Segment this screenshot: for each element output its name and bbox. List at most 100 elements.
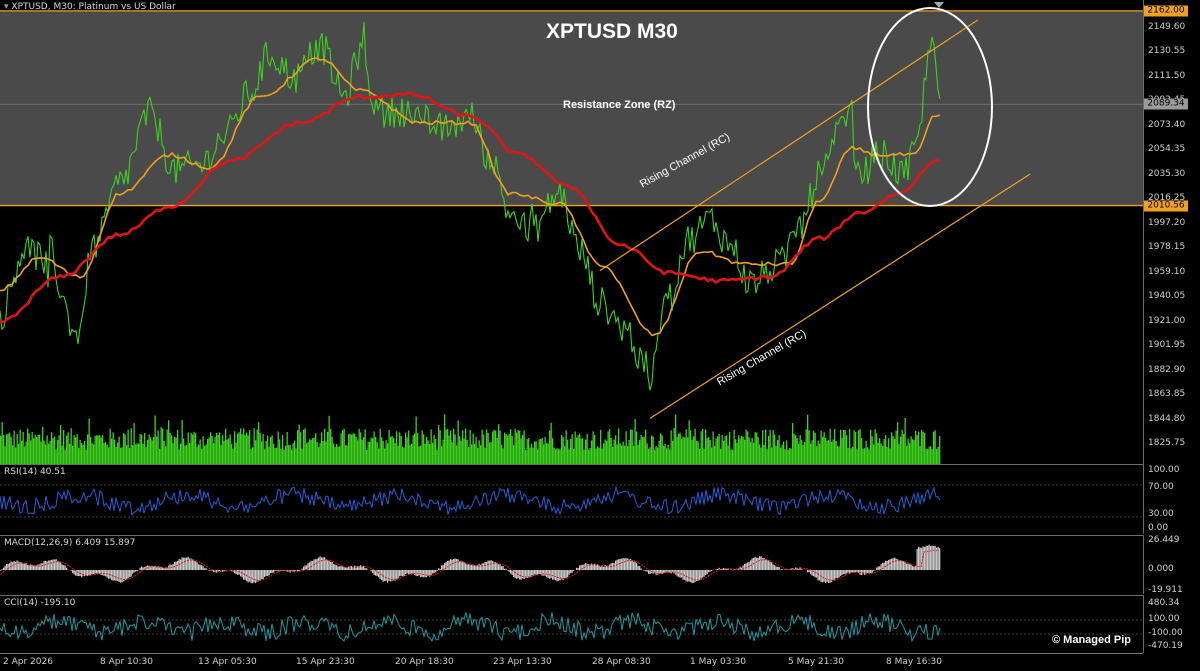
price-tick: 1863.85 [1148, 389, 1185, 399]
macd-bar [401, 570, 402, 576]
macd-bar [864, 570, 865, 575]
volume-bar [234, 431, 235, 464]
volume-bar [12, 445, 13, 464]
volume-bar [272, 435, 273, 464]
volume-bar [908, 439, 909, 464]
volume-bar [597, 446, 598, 464]
volume-bar [281, 449, 282, 464]
macd-bar [156, 567, 157, 570]
macd-bar [441, 565, 442, 570]
volume-bar [282, 435, 283, 464]
volume-bar [69, 444, 70, 464]
macd-bar [71, 570, 72, 571]
volume-bar [800, 435, 801, 464]
volume-bar [312, 438, 313, 464]
volume-bar [456, 446, 457, 464]
price-pane[interactable]: ▾ XPTUSD, M30: Platinum vs US Dollar XPT… [0, 0, 1143, 464]
macd-bar [15, 562, 16, 570]
macd-bar [464, 562, 465, 570]
volume-bar [654, 450, 655, 464]
volume-bar [882, 446, 883, 464]
cci-axis-tick: 100.00 [1148, 614, 1180, 624]
macd-bar [303, 567, 304, 570]
volume-bar [462, 430, 463, 464]
volume-bar [314, 438, 315, 464]
macd-bar [50, 560, 51, 570]
volume-bar [60, 425, 61, 464]
volume-bar [422, 430, 423, 464]
volume-bar [405, 433, 406, 464]
volume-bar [149, 435, 150, 464]
volume-bar [675, 415, 676, 464]
macd-bar [324, 557, 325, 570]
macd-bar [705, 570, 706, 575]
volume-bar [629, 440, 630, 464]
rsi-pane[interactable]: RSI(14) 40.51 [0, 464, 1143, 535]
volume-bar [357, 440, 358, 464]
volume-bar [131, 428, 132, 464]
macd-bar [452, 560, 453, 570]
volume-bar [690, 430, 691, 464]
macd-bar [906, 564, 907, 570]
volume-bar [110, 429, 111, 464]
volume-bar [591, 441, 592, 464]
volume-bar [188, 432, 189, 464]
volume-bar [927, 449, 928, 464]
volume-bar [221, 445, 222, 464]
macd-bar [24, 563, 25, 570]
macd-bar [534, 570, 535, 574]
volume-bar [224, 441, 225, 464]
volume-bar [461, 441, 462, 464]
time-axis[interactable]: 2 Apr 20268 Apr 10:3013 Apr 05:3015 Apr … [0, 653, 1143, 671]
volume-bar [867, 447, 868, 464]
volume-bar [315, 433, 316, 464]
volume-bar [585, 440, 586, 464]
macd-bar [920, 548, 921, 570]
volume-bar [177, 430, 178, 464]
macd-bar [23, 563, 24, 570]
cci-pane[interactable]: CCI(14) -195.10 [0, 595, 1143, 654]
macd-bar [909, 564, 910, 570]
price-chart[interactable] [0, 0, 1143, 464]
volume-bar [911, 436, 912, 464]
volume-bar [699, 449, 700, 464]
macd-bar [573, 570, 574, 571]
volume-bar [96, 435, 97, 464]
macd-bar [438, 568, 439, 570]
price-tag: 2162.00 [1144, 5, 1188, 16]
volume-bar [273, 444, 274, 464]
macd-chart [0, 536, 1143, 595]
macd-bar [776, 567, 777, 570]
volume-bar [416, 416, 417, 464]
time-tick: 1 May 03:30 [690, 657, 746, 667]
volume-bar [515, 429, 516, 464]
macd-bar [371, 570, 372, 571]
macd-bar [930, 546, 931, 570]
volume-bar [720, 449, 721, 464]
macd-bar [515, 570, 516, 578]
cci-axis-tick: 480.34 [1148, 598, 1180, 608]
macd-bar [327, 560, 328, 570]
macd-pane[interactable]: MACD(12,26,9) 6.409 15.897 [0, 535, 1143, 595]
volume-bar [399, 432, 400, 464]
price-tick: 1940.05 [1148, 291, 1185, 301]
volume-bar [89, 419, 90, 464]
macd-bar [636, 563, 637, 570]
macd-bar [471, 565, 472, 570]
volume-bar [854, 430, 855, 464]
volume-bar [212, 436, 213, 464]
macd-bar [318, 557, 319, 570]
volume-bar [471, 444, 472, 464]
volume-bar [180, 444, 181, 464]
macd-bar [488, 561, 489, 570]
volume-bar [842, 438, 843, 464]
volume-bar [65, 450, 66, 464]
volume-bar [458, 421, 459, 464]
volume-bar [864, 448, 865, 464]
macd-bar [72, 570, 73, 573]
price-axis[interactable]: 2149.602130.552111.502092.452073.402054.… [1143, 0, 1200, 464]
volume-bar [806, 429, 807, 464]
volume-bar [194, 432, 195, 464]
volume-bar [710, 440, 711, 464]
macd-bar [707, 570, 708, 574]
